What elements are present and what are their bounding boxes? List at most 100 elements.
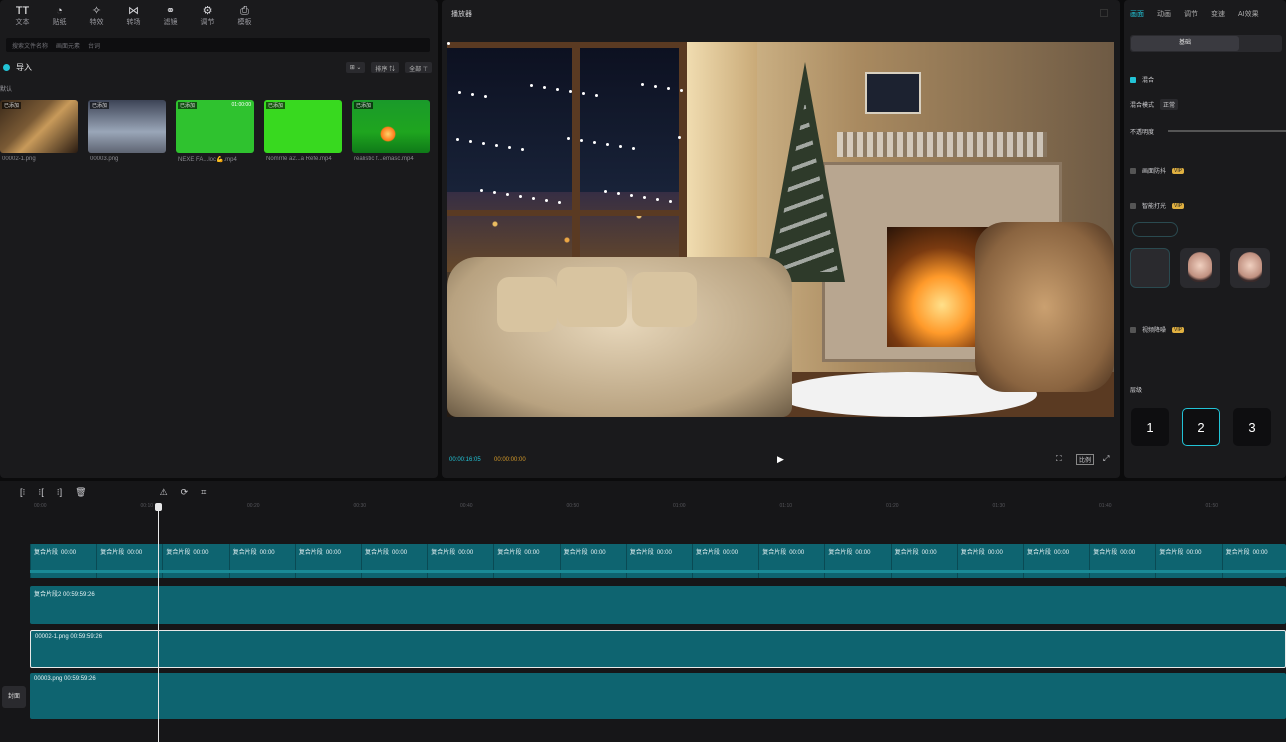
segment-basic[interactable]: 基础 bbox=[1131, 36, 1239, 51]
fit-icon[interactable]: ⛶ bbox=[1056, 454, 1062, 464]
face-preset-2[interactable] bbox=[1230, 248, 1270, 288]
segment-label: 复合片段 bbox=[1027, 550, 1052, 556]
clip-00003[interactable]: 00003.png 00:59:59:26 bbox=[30, 673, 1286, 719]
tool-label: 特效 bbox=[89, 19, 104, 26]
media-panel: TT 文本 ◔ 贴纸 ✧ 特效 ⋈ 转场 ⚭ 滤镜 ⚙ 调节 ⎙ 模板 搜索文件名称 画面元素 台词 导入… bbox=[0, 0, 438, 478]
search-tab-filename[interactable]: 搜索文件名称 bbox=[12, 41, 48, 50]
sort-button[interactable]: 排序 ⇅ bbox=[371, 62, 400, 73]
segment-time: 00:00 bbox=[1252, 550, 1268, 556]
tool-adjust[interactable]: ⚙ 调节 bbox=[189, 5, 226, 30]
opacity-label: 不透明度 bbox=[1130, 130, 1155, 136]
tool-sticker[interactable]: ◔ 贴纸 bbox=[41, 5, 78, 30]
face-preset-1[interactable] bbox=[1180, 248, 1220, 288]
snowflake bbox=[530, 84, 533, 87]
denoise-option[interactable]: 视频降噪 VIP bbox=[1130, 325, 1185, 334]
media-thumbnail[interactable]: 已添加 01:00:00 bbox=[176, 100, 254, 153]
cover-button[interactable]: 封面 bbox=[2, 686, 26, 708]
blend-mode-label: 混合模式 bbox=[1130, 103, 1155, 109]
clip-label: 00003.png 00:59:59:26 bbox=[34, 676, 96, 682]
import-dot-icon bbox=[3, 64, 10, 71]
preview-menu-icon[interactable] bbox=[1100, 9, 1108, 17]
snowflake bbox=[669, 200, 672, 203]
blend-mode-select[interactable]: 正常 bbox=[1160, 99, 1179, 110]
snowflake bbox=[447, 42, 450, 45]
relight-checkbox[interactable] bbox=[1130, 202, 1136, 209]
import-button[interactable]: 导入 bbox=[3, 62, 32, 73]
text-icon: TT bbox=[15, 5, 30, 17]
tool-label: 转场 bbox=[126, 19, 141, 26]
media-search-bar[interactable]: 搜索文件名称 画面元素 台词 bbox=[6, 38, 430, 52]
tool-filter[interactable]: ⚭ 滤镜 bbox=[152, 5, 189, 30]
tool-text[interactable]: TT 文本 bbox=[4, 5, 41, 30]
timeline-tool-icon[interactable]: ⟳ bbox=[181, 487, 189, 498]
added-badge: 已添加 bbox=[178, 102, 198, 109]
playhead[interactable] bbox=[155, 503, 162, 742]
layer-2-button[interactable]: 2 bbox=[1182, 408, 1220, 446]
compound-clip-2[interactable]: 复合片段2 00:59:59:26 bbox=[30, 586, 1286, 624]
stabilize-checkbox[interactable] bbox=[1130, 167, 1136, 174]
timeline-tool-icon[interactable]: ⁝[ bbox=[38, 487, 43, 498]
segment-time: 00:00 bbox=[61, 550, 77, 556]
tool-template[interactable]: ⎙ 模板 bbox=[226, 5, 263, 30]
timeline-tool-icon[interactable]: ⚠ bbox=[160, 487, 168, 498]
segment-label: 复合片段 bbox=[100, 550, 125, 556]
segment-time: 00:00 bbox=[987, 550, 1003, 556]
face-preset-none[interactable] bbox=[1130, 248, 1170, 288]
opacity-slider[interactable] bbox=[1168, 130, 1286, 132]
clip-00002-1[interactable]: 00002-1.png 00:59:59:26 bbox=[30, 630, 1286, 668]
preview-panel: 播放器 00:00:16:05 00:00:00:00 ▶ ⛶ 比例 ⤢ bbox=[442, 0, 1120, 478]
inspector-tab[interactable]: 变速 bbox=[1211, 9, 1225, 19]
tool-label: 文本 bbox=[15, 19, 30, 26]
timeline-panel: [⁝ ⁝[ ⁝] 🗑 ⚠ ⟳ ⌗ 00:00 00:10 00:20 00:30 00:40 00:5… bbox=[0, 481, 1286, 742]
media-thumbnail[interactable]: 已添加 bbox=[352, 100, 430, 153]
timeline-tool-icon[interactable]: 🗑 bbox=[75, 487, 86, 498]
layer-1-button[interactable]: 1 bbox=[1131, 408, 1169, 446]
media-thumbnail[interactable]: 已添加 bbox=[0, 100, 78, 153]
segment-time: 00:00 bbox=[656, 550, 672, 556]
layer-3-button[interactable]: 3 bbox=[1233, 408, 1271, 446]
segment-control[interactable]: 基础 bbox=[1130, 35, 1282, 52]
blend-toggle[interactable]: 混合 bbox=[1130, 75, 1154, 84]
adjust-icon: ⚙ bbox=[202, 5, 213, 17]
snowflake bbox=[606, 143, 609, 146]
sofa bbox=[447, 257, 792, 417]
relight-preset-pill[interactable] bbox=[1132, 222, 1178, 237]
inspector-tab[interactable]: 动画 bbox=[1157, 9, 1171, 19]
compound-track[interactable]: 复合片段 00:00 复合片段 00:00 复合片段 00:00 复合片段 00:00 复合片段… bbox=[30, 544, 1286, 578]
fullscreen-icon[interactable]: ⤢ bbox=[1103, 454, 1109, 464]
timeline-ruler[interactable]: 00:00 00:10 00:20 00:30 00:40 00:50 01:00 01:10… bbox=[34, 503, 1286, 513]
media-thumbnail[interactable]: 已添加 bbox=[264, 100, 342, 153]
segment-label: 复合片段 bbox=[629, 550, 654, 556]
relight-option[interactable]: 智能打光 VIP bbox=[1130, 201, 1185, 210]
search-tab-elements[interactable]: 画面元素 bbox=[56, 41, 80, 50]
inspector-tab[interactable]: AI效果 bbox=[1238, 9, 1259, 19]
preview-video-frame[interactable] bbox=[447, 42, 1114, 417]
denoise-checkbox[interactable] bbox=[1130, 326, 1136, 333]
search-tab-lines[interactable]: 台词 bbox=[88, 41, 100, 50]
ratio-button[interactable]: 比例 bbox=[1076, 454, 1095, 465]
segment-label: 复合片段 bbox=[298, 550, 323, 556]
filter-button[interactable]: 全部 ⊤ bbox=[405, 62, 432, 73]
snowflake bbox=[643, 196, 646, 199]
tool-effects[interactable]: ✧ 特效 bbox=[78, 5, 115, 30]
snowflake bbox=[519, 195, 522, 198]
inspector-tab[interactable]: 调节 bbox=[1184, 9, 1198, 19]
play-button[interactable]: ▶ bbox=[777, 454, 784, 465]
segment-label: 复合片段 bbox=[1225, 550, 1250, 556]
layer-label: 层级 bbox=[1130, 388, 1143, 394]
inspector-tab[interactable]: 画面 bbox=[1130, 9, 1144, 19]
snowflake bbox=[521, 148, 524, 151]
snowflake bbox=[678, 136, 681, 139]
timeline-tool-icon[interactable]: [⁝ bbox=[20, 487, 25, 498]
tool-transition[interactable]: ⋈ 转场 bbox=[115, 5, 152, 30]
snowflake bbox=[617, 192, 620, 195]
timeline-tool-icon[interactable]: ⁝] bbox=[57, 487, 62, 498]
view-mode-button[interactable]: ⊞ ⌄ bbox=[345, 62, 366, 73]
ruler-tick-label: 01:30 bbox=[992, 503, 1006, 509]
media-thumbnail[interactable]: 已添加 bbox=[88, 100, 166, 153]
segment-time: 00:00 bbox=[1054, 550, 1070, 556]
blend-checkbox[interactable] bbox=[1130, 76, 1136, 83]
timeline-tool-icon[interactable]: ⌗ bbox=[201, 487, 206, 498]
stabilize-option[interactable]: 画面防抖 VIP bbox=[1130, 166, 1185, 175]
snowflake bbox=[630, 194, 633, 197]
